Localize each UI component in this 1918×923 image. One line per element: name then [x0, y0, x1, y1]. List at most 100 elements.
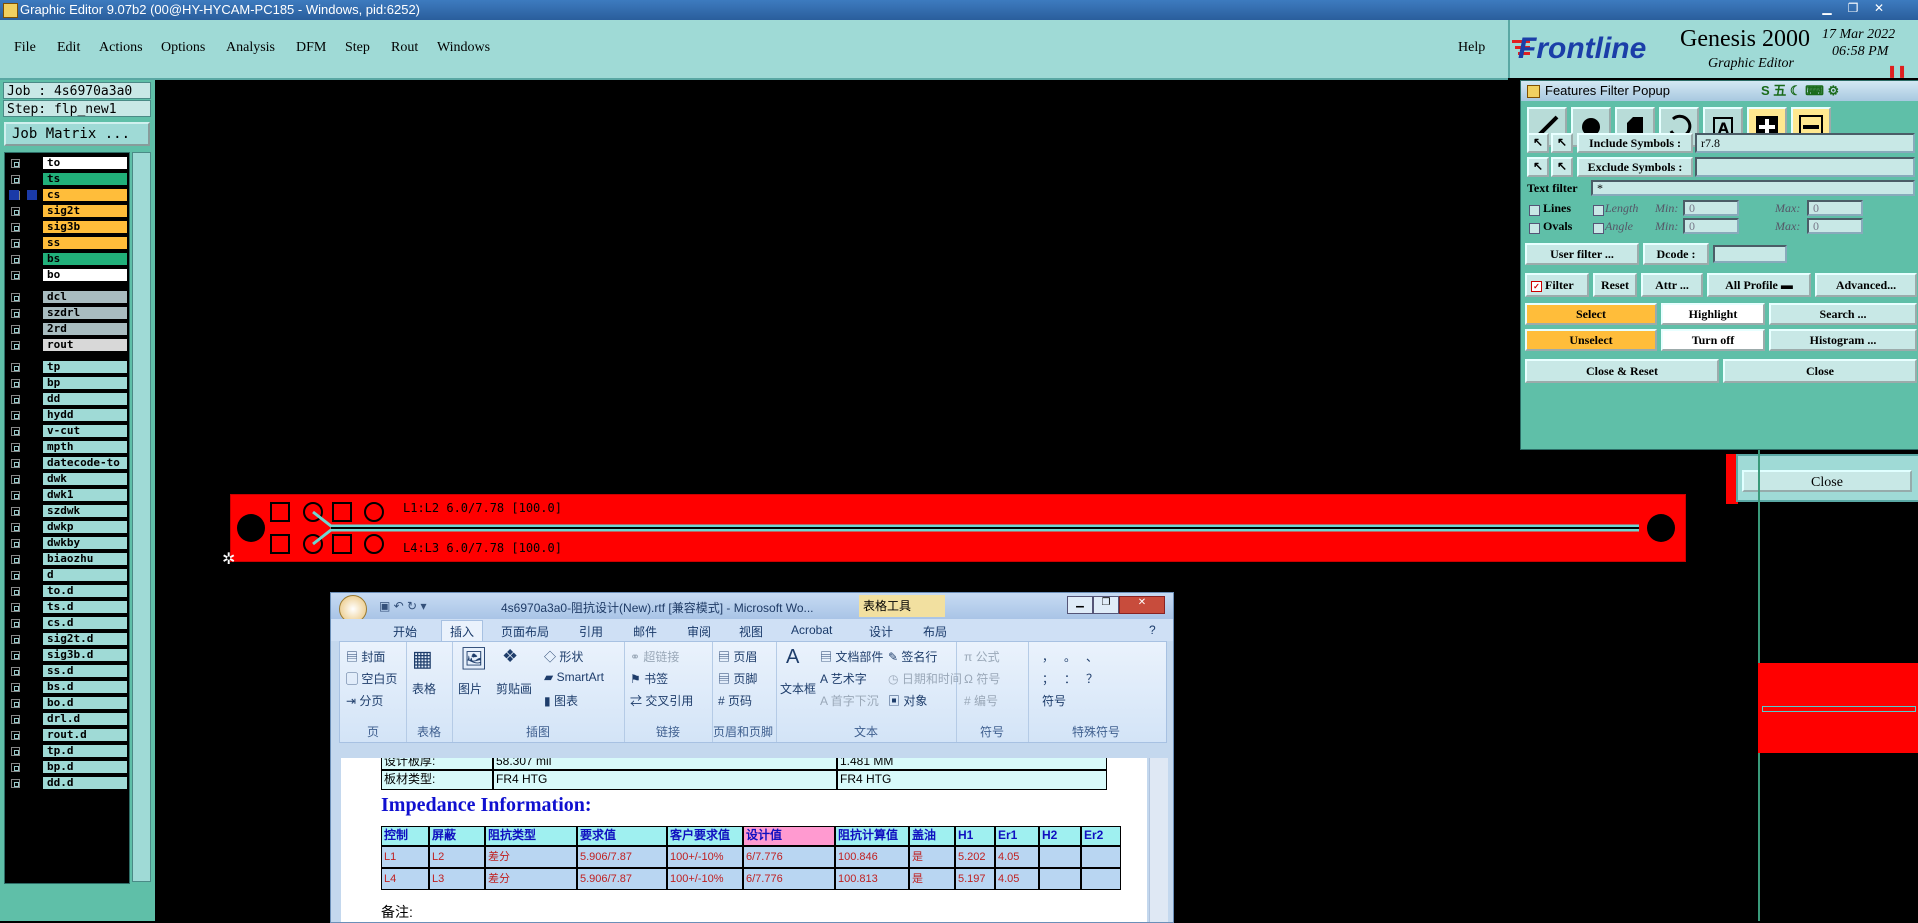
word-close-button[interactable]: ✕ [1119, 596, 1165, 614]
tab-review[interactable]: 审阅 [687, 623, 711, 640]
layer-name[interactable]: sig2t [43, 205, 127, 217]
layer-row[interactable]: bo.d [7, 697, 127, 710]
tab-home[interactable]: 开始 [393, 623, 417, 640]
tab-insert[interactable]: 插入 [441, 620, 484, 642]
layer-scrollbar[interactable] [132, 152, 151, 882]
layer-checkbox[interactable] [11, 507, 20, 516]
menu-actions[interactable]: Actions [99, 40, 143, 56]
layer-row[interactable]: dwk1 [7, 489, 127, 502]
max-length-field[interactable]: 0 [1807, 200, 1863, 216]
menu-file[interactable]: File [14, 40, 36, 56]
layer-name[interactable]: sig3b.d [43, 649, 127, 661]
ribbon-smartart[interactable]: ▰ SmartArt [544, 670, 604, 684]
highlight-button[interactable]: Highlight [1661, 303, 1765, 325]
filter-toggle[interactable]: ✓ Filter [1525, 273, 1589, 297]
layer-name[interactable]: bp [43, 377, 127, 389]
layer-name[interactable]: ss [43, 237, 127, 249]
include-symbols-field[interactable]: r7.8 [1695, 133, 1915, 153]
word-minimize-button[interactable]: ▁ [1067, 596, 1093, 614]
lines-checkbox[interactable] [1529, 205, 1540, 216]
ribbon-wordart[interactable]: A 艺术字 [820, 670, 867, 687]
layer-name[interactable]: ts.d [43, 601, 127, 613]
sym-period[interactable]: 。 [1064, 648, 1076, 665]
layer-row[interactable]: tp [7, 361, 127, 374]
layer-row[interactable]: dd [7, 393, 127, 406]
search-button[interactable]: Search ... [1769, 303, 1917, 325]
ribbon-footer[interactable]: ▤ 页脚 [718, 670, 757, 687]
ribbon-numbering[interactable]: # 编号 [964, 692, 998, 709]
layer-row[interactable]: rout [7, 339, 127, 352]
layer-row[interactable]: dwkp [7, 521, 127, 534]
clipart-icon[interactable]: ❖ [502, 646, 518, 667]
sym-semicolon[interactable]: ； [1042, 670, 1054, 687]
ovals-checkbox[interactable] [1529, 223, 1540, 234]
dcode-field[interactable] [1713, 245, 1787, 263]
ribbon-header[interactable]: ▤ 页眉 [718, 648, 757, 665]
layer-checkbox[interactable] [11, 603, 20, 612]
layer-row[interactable]: ts [7, 173, 127, 186]
sym-question[interactable]: ？ [1086, 670, 1098, 687]
layer-name[interactable]: biaozhu [43, 553, 127, 565]
close-button[interactable]: Close [1723, 359, 1917, 383]
layer-checkbox[interactable] [11, 411, 20, 420]
layer-checkbox[interactable] [11, 239, 20, 248]
layer-checkbox[interactable] [11, 271, 20, 280]
layer-checkbox[interactable] [11, 699, 20, 708]
layer-row[interactable]: bo [7, 269, 127, 282]
layer-row[interactable]: rout.d [7, 729, 127, 742]
layer-row[interactable]: ts.d [7, 601, 127, 614]
layer-checkbox[interactable] [11, 555, 20, 564]
menu-step[interactable]: Step [345, 40, 370, 56]
layer-checkbox[interactable] [11, 715, 20, 724]
ribbon-picture[interactable]: 图片 [458, 680, 482, 697]
layer-name[interactable]: 2rd [43, 323, 127, 335]
layer-checkbox[interactable] [11, 427, 20, 436]
ribbon-page-break[interactable]: ⇥ 分页 [346, 692, 383, 709]
ribbon-equation[interactable]: π 公式 [964, 648, 1000, 665]
layer-name[interactable]: cs.d [43, 617, 127, 629]
layer-checkbox[interactable] [11, 223, 20, 232]
tab-design[interactable]: 设计 [869, 623, 893, 640]
layer-row[interactable]: ss [7, 237, 127, 250]
layer-row[interactable]: cs.d [7, 617, 127, 630]
layer-row[interactable]: dwk [7, 473, 127, 486]
layer-checkbox[interactable] [11, 779, 20, 788]
layer-checkbox[interactable] [11, 667, 20, 676]
layer-name[interactable]: szdrl [43, 307, 127, 319]
layer-name[interactable]: hydd [43, 409, 127, 421]
min-angle-field[interactable]: 0 [1683, 218, 1739, 234]
job-matrix-button[interactable]: Job Matrix ... [4, 122, 150, 146]
layer-name[interactable]: rout [43, 339, 127, 351]
layer-row[interactable]: sig3b [7, 221, 127, 234]
layer-checkbox[interactable] [11, 379, 20, 388]
layer-row[interactable]: dd.d [7, 777, 127, 790]
ribbon-dropcap[interactable]: A 首字下沉 [820, 692, 879, 709]
exclude-pick-arrow-icon[interactable]: ↖ [1527, 157, 1549, 177]
layer-checkbox[interactable] [11, 651, 20, 660]
menu-rout[interactable]: Rout [391, 40, 418, 56]
dcode-button[interactable]: Dcode : [1643, 243, 1709, 265]
histogram-button[interactable]: Histogram ... [1769, 329, 1917, 351]
layer-name[interactable]: bs.d [43, 681, 127, 693]
layer-checkbox[interactable] [11, 731, 20, 740]
tab-layout[interactable]: 布局 [923, 623, 947, 640]
background-close-button[interactable]: Close [1742, 470, 1912, 492]
word-restore-button[interactable]: ❐ [1093, 596, 1119, 614]
layer-row[interactable]: szdwk [7, 505, 127, 518]
layer-row[interactable]: bp [7, 377, 127, 390]
ribbon-shapes[interactable]: ◇ 形状 [544, 648, 583, 665]
textbox-icon[interactable]: A [786, 646, 799, 669]
layer-row[interactable]: v-cut [7, 425, 127, 438]
tab-mailings[interactable]: 邮件 [633, 623, 657, 640]
angle-checkbox[interactable] [1593, 223, 1604, 234]
user-filter-button[interactable]: User filter ... [1525, 243, 1639, 265]
layer-name[interactable]: cs [43, 189, 127, 201]
layer-row[interactable]: bp.d [7, 761, 127, 774]
layer-checkbox[interactable] [11, 491, 20, 500]
layer-row[interactable]: hydd [7, 409, 127, 422]
layer-name[interactable]: szdwk [43, 505, 127, 517]
layer-row[interactable]: datecode-to [7, 457, 127, 470]
layer-checkbox[interactable] [11, 175, 20, 184]
close-window-button[interactable]: ✕ [1870, 1, 1888, 15]
sym-comma[interactable]: ， [1042, 648, 1054, 665]
